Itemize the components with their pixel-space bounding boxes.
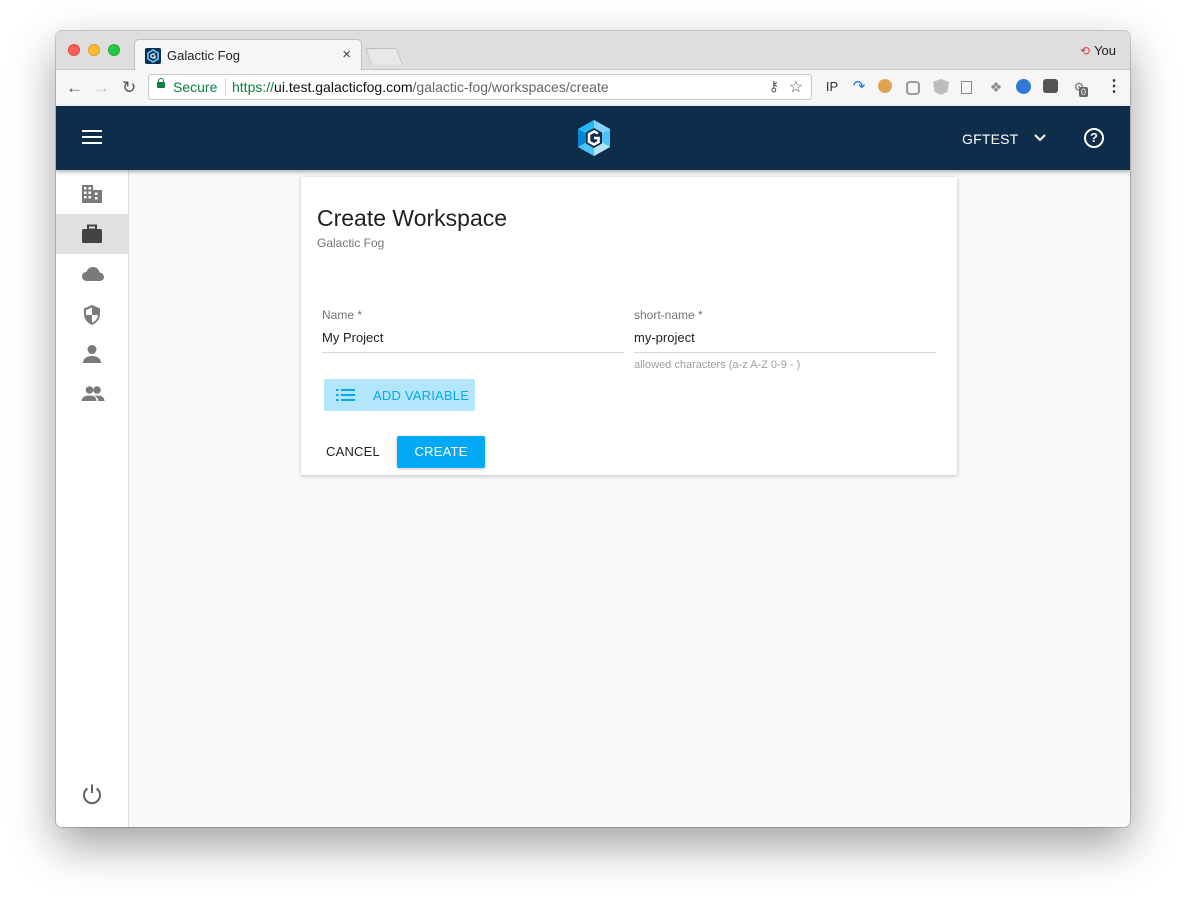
tab-strip: Galactic Fog × ⟲ You <box>56 31 1130 70</box>
badge-icon[interactable]: ⚙0 <box>1071 79 1089 97</box>
profile-name: You <box>1094 43 1116 58</box>
tab-close-icon[interactable]: × <box>342 46 351 63</box>
globe-icon[interactable] <box>1016 79 1031 94</box>
secure-label: Secure <box>173 79 218 95</box>
dropbox-icon[interactable]: ❖ <box>988 79 1004 95</box>
minimize-window-button[interactable] <box>88 44 100 56</box>
group-icon <box>81 386 105 401</box>
url-path: /galactic-fog/workspaces/create <box>412 79 609 95</box>
app-header: GFTEST ? <box>56 106 1130 170</box>
maximize-window-button[interactable] <box>108 44 120 56</box>
lock-icon <box>157 78 165 88</box>
sidebar-item-organizations[interactable] <box>56 174 128 214</box>
ring-icon[interactable] <box>906 81 920 95</box>
url-scheme: https:// <box>232 79 275 95</box>
url-host: ui.test.galacticfog.com <box>274 79 413 95</box>
page-subtitle: Galactic Fog <box>317 236 385 250</box>
shortname-field-label: short-name * <box>634 308 703 322</box>
share-icon[interactable]: ↷ <box>851 79 867 95</box>
org-selector-label[interactable]: GFTEST <box>962 131 1018 147</box>
create-button[interactable]: CREATE <box>397 436 485 468</box>
add-variable-label: ADD VARIABLE <box>373 388 470 403</box>
create-workspace-card: Create Workspace Galactic Fog Name * My … <box>301 177 957 475</box>
copy-icon[interactable] <box>961 81 972 94</box>
badge-count: 0 <box>1079 87 1089 97</box>
galactic-fog-favicon-icon <box>145 48 161 64</box>
power-icon <box>83 784 101 805</box>
browser-window: Galactic Fog × ⟲ You ← → ↻ Secure https:/… <box>56 31 1130 827</box>
bookmark-star-icon[interactable]: ☆ <box>789 77 803 97</box>
key-icon[interactable]: ⚷ <box>769 78 779 95</box>
forward-arrow-icon[interactable]: → <box>93 78 110 98</box>
sidebar-item-providers[interactable] <box>56 254 128 294</box>
shortname-field[interactable]: my-project <box>634 330 695 345</box>
browser-tab[interactable]: Galactic Fog × <box>134 39 362 70</box>
help-icon[interactable]: ? <box>1084 128 1104 148</box>
name-field-label: Name * <box>322 308 363 322</box>
galactic-fog-logo-icon[interactable] <box>574 118 614 163</box>
url-text[interactable]: https://ui.test.galacticfog.com/galactic… <box>232 79 609 95</box>
sidebar-item-security[interactable] <box>56 294 128 334</box>
back-arrow-icon[interactable]: ← <box>66 78 83 98</box>
shortname-field-underline <box>634 352 936 353</box>
sidebar-item-workspaces[interactable] <box>56 214 128 254</box>
shortname-help-text: allowed characters (a-z A-Z 0-9 - ) <box>634 359 801 371</box>
browser-toolbar: ← → ↻ Secure https://ui.test.galacticfog… <box>56 70 1130 107</box>
cookie-icon[interactable] <box>878 79 892 93</box>
sidebar <box>56 170 129 827</box>
sidebar-item-groups[interactable] <box>56 374 128 414</box>
add-variable-button[interactable]: ADD VARIABLE <box>324 379 475 411</box>
sync-icon: ⟲ <box>1080 44 1091 58</box>
angular-icon[interactable] <box>933 79 949 95</box>
building-icon <box>82 185 102 203</box>
name-field-underline <box>322 352 624 353</box>
logout-button[interactable] <box>56 773 128 813</box>
sidebar-item-user[interactable] <box>56 334 128 374</box>
browser-menu-icon[interactable]: ⋮ <box>1106 79 1122 95</box>
shield-icon <box>84 305 100 325</box>
person-icon <box>83 345 101 363</box>
new-tab-button[interactable] <box>364 48 404 65</box>
box-icon[interactable] <box>1043 79 1058 93</box>
list-icon <box>336 389 355 401</box>
profile-button[interactable]: ⟲ You <box>1080 43 1116 58</box>
cloud-icon <box>82 267 104 281</box>
address-bar[interactable]: Secure https://ui.test.galacticfog.com/g… <box>148 74 812 100</box>
address-separator <box>225 78 226 96</box>
briefcase-icon <box>82 224 102 243</box>
cancel-button[interactable]: CANCEL <box>318 436 388 468</box>
reload-icon[interactable]: ↻ <box>122 78 136 98</box>
name-field[interactable]: My Project <box>322 330 383 345</box>
page-title: Create Workspace <box>317 205 508 231</box>
chevron-down-icon[interactable] <box>1034 130 1046 146</box>
close-window-button[interactable] <box>68 44 80 56</box>
tab-title: Galactic Fog <box>167 48 240 63</box>
ip-extension-icon[interactable]: IP <box>824 79 840 95</box>
hamburger-menu-icon[interactable] <box>82 130 102 146</box>
